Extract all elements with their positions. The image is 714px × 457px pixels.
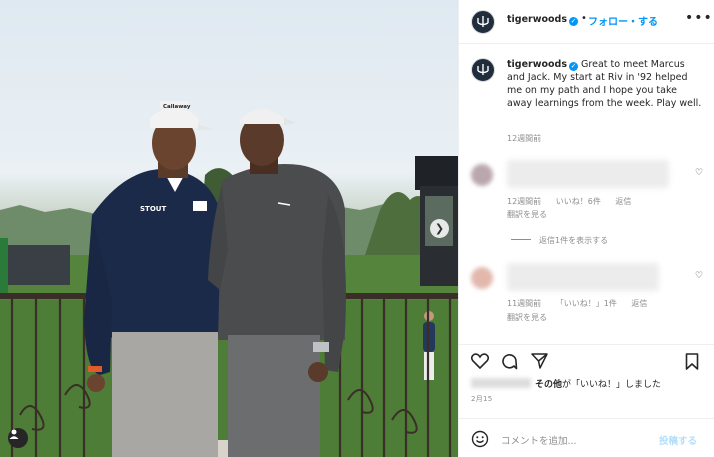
comment-translate[interactable]: 翻訳を見る [507,312,547,323]
post-comment-button[interactable]: 投稿する [659,433,697,447]
comment-like-heart-icon[interactable]: ♡ [695,168,703,178]
caption-timestamp[interactable]: 12週間前 [507,133,541,144]
comment-avatar[interactable] [471,267,493,289]
post-date[interactable]: 2月15 [471,394,493,404]
tagged-users-icon[interactable] [8,428,28,448]
carousel-next-button[interactable]: ❯ [430,219,449,238]
comment-bar: コメントを追加... 投稿する [459,418,714,457]
comment-reply-button[interactable]: 返信 [631,299,647,308]
header-username[interactable]: tigerwoods ✓ [507,14,579,26]
avatar[interactable] [471,10,495,34]
clubhouse-top [415,156,458,190]
share-send-icon[interactable] [531,353,548,369]
comment-meta: 11週間前 「いいね！」1件 返信 [507,298,659,309]
person-icon [9,429,19,439]
comment-translate[interactable]: 翻訳を見る [507,209,547,220]
post-sidebar: tigerwoods ✓ • フォロー・する ••• tigerwoods ✓ Gr… [458,0,714,457]
comment-meta: 12週間前 いいね！6件 返信 [507,196,643,207]
post-photo[interactable]: STOUT Callaway ❯ [0,0,458,457]
caption-avatar[interactable] [471,58,495,82]
likes-suffix: が「いいね！」しました [562,380,662,390]
post-header: tigerwoods ✓ • フォロー・する ••• [459,0,714,44]
green-banner [0,238,8,298]
comment-like-heart-icon[interactable]: ♡ [695,271,703,281]
sponsor-text: STOUT [140,205,166,213]
like-heart-icon[interactable] [471,353,489,369]
photo-scene: STOUT Callaway [0,101,458,457]
verified-badge-icon: ✓ [569,17,579,26]
post-actions [459,344,714,372]
comment-time[interactable]: 11週間前 [507,299,541,308]
likes-others[interactable]: その他 [535,380,562,390]
username-text[interactable]: tigerwoods [507,14,567,25]
comment-avatar[interactable] [471,164,493,186]
left-roof [0,245,70,285]
comment-input[interactable]: コメントを追加... [501,433,577,447]
comment-likes[interactable]: いいね！6件 [556,197,601,206]
caption-username[interactable]: tigerwoods [507,59,567,70]
more-options-icon[interactable]: ••• [685,10,713,26]
verified-badge-icon: ✓ [569,62,579,71]
view-replies-button[interactable]: 返信1件を表示する [511,235,608,246]
liker-name-blurred [471,378,531,388]
trident-logo-icon [477,16,489,27]
post-caption: tigerwoods ✓ Great to meet Marcus and Jac… [507,58,703,110]
trident-logo-icon [477,64,489,75]
comment-text-blurred [507,263,659,291]
cap-logo-text: Callaway [163,104,191,110]
comment-bubble-icon[interactable] [501,353,518,370]
view-replies-text[interactable]: 返信1件を表示する [539,236,608,245]
emoji-icon[interactable] [471,430,489,448]
comment-text-blurred [507,160,669,188]
save-bookmark-icon[interactable] [685,353,699,370]
likes-summary[interactable]: その他が「いいね！」しました [471,377,661,390]
comment-likes[interactable]: 「いいね！」1件 [556,299,617,308]
separator-dot: • [581,13,587,24]
replies-line [511,239,531,240]
follow-button[interactable]: フォロー・する [588,13,658,28]
comment-reply-button[interactable]: 返信 [615,197,631,206]
comment-time[interactable]: 12週間前 [507,197,541,206]
